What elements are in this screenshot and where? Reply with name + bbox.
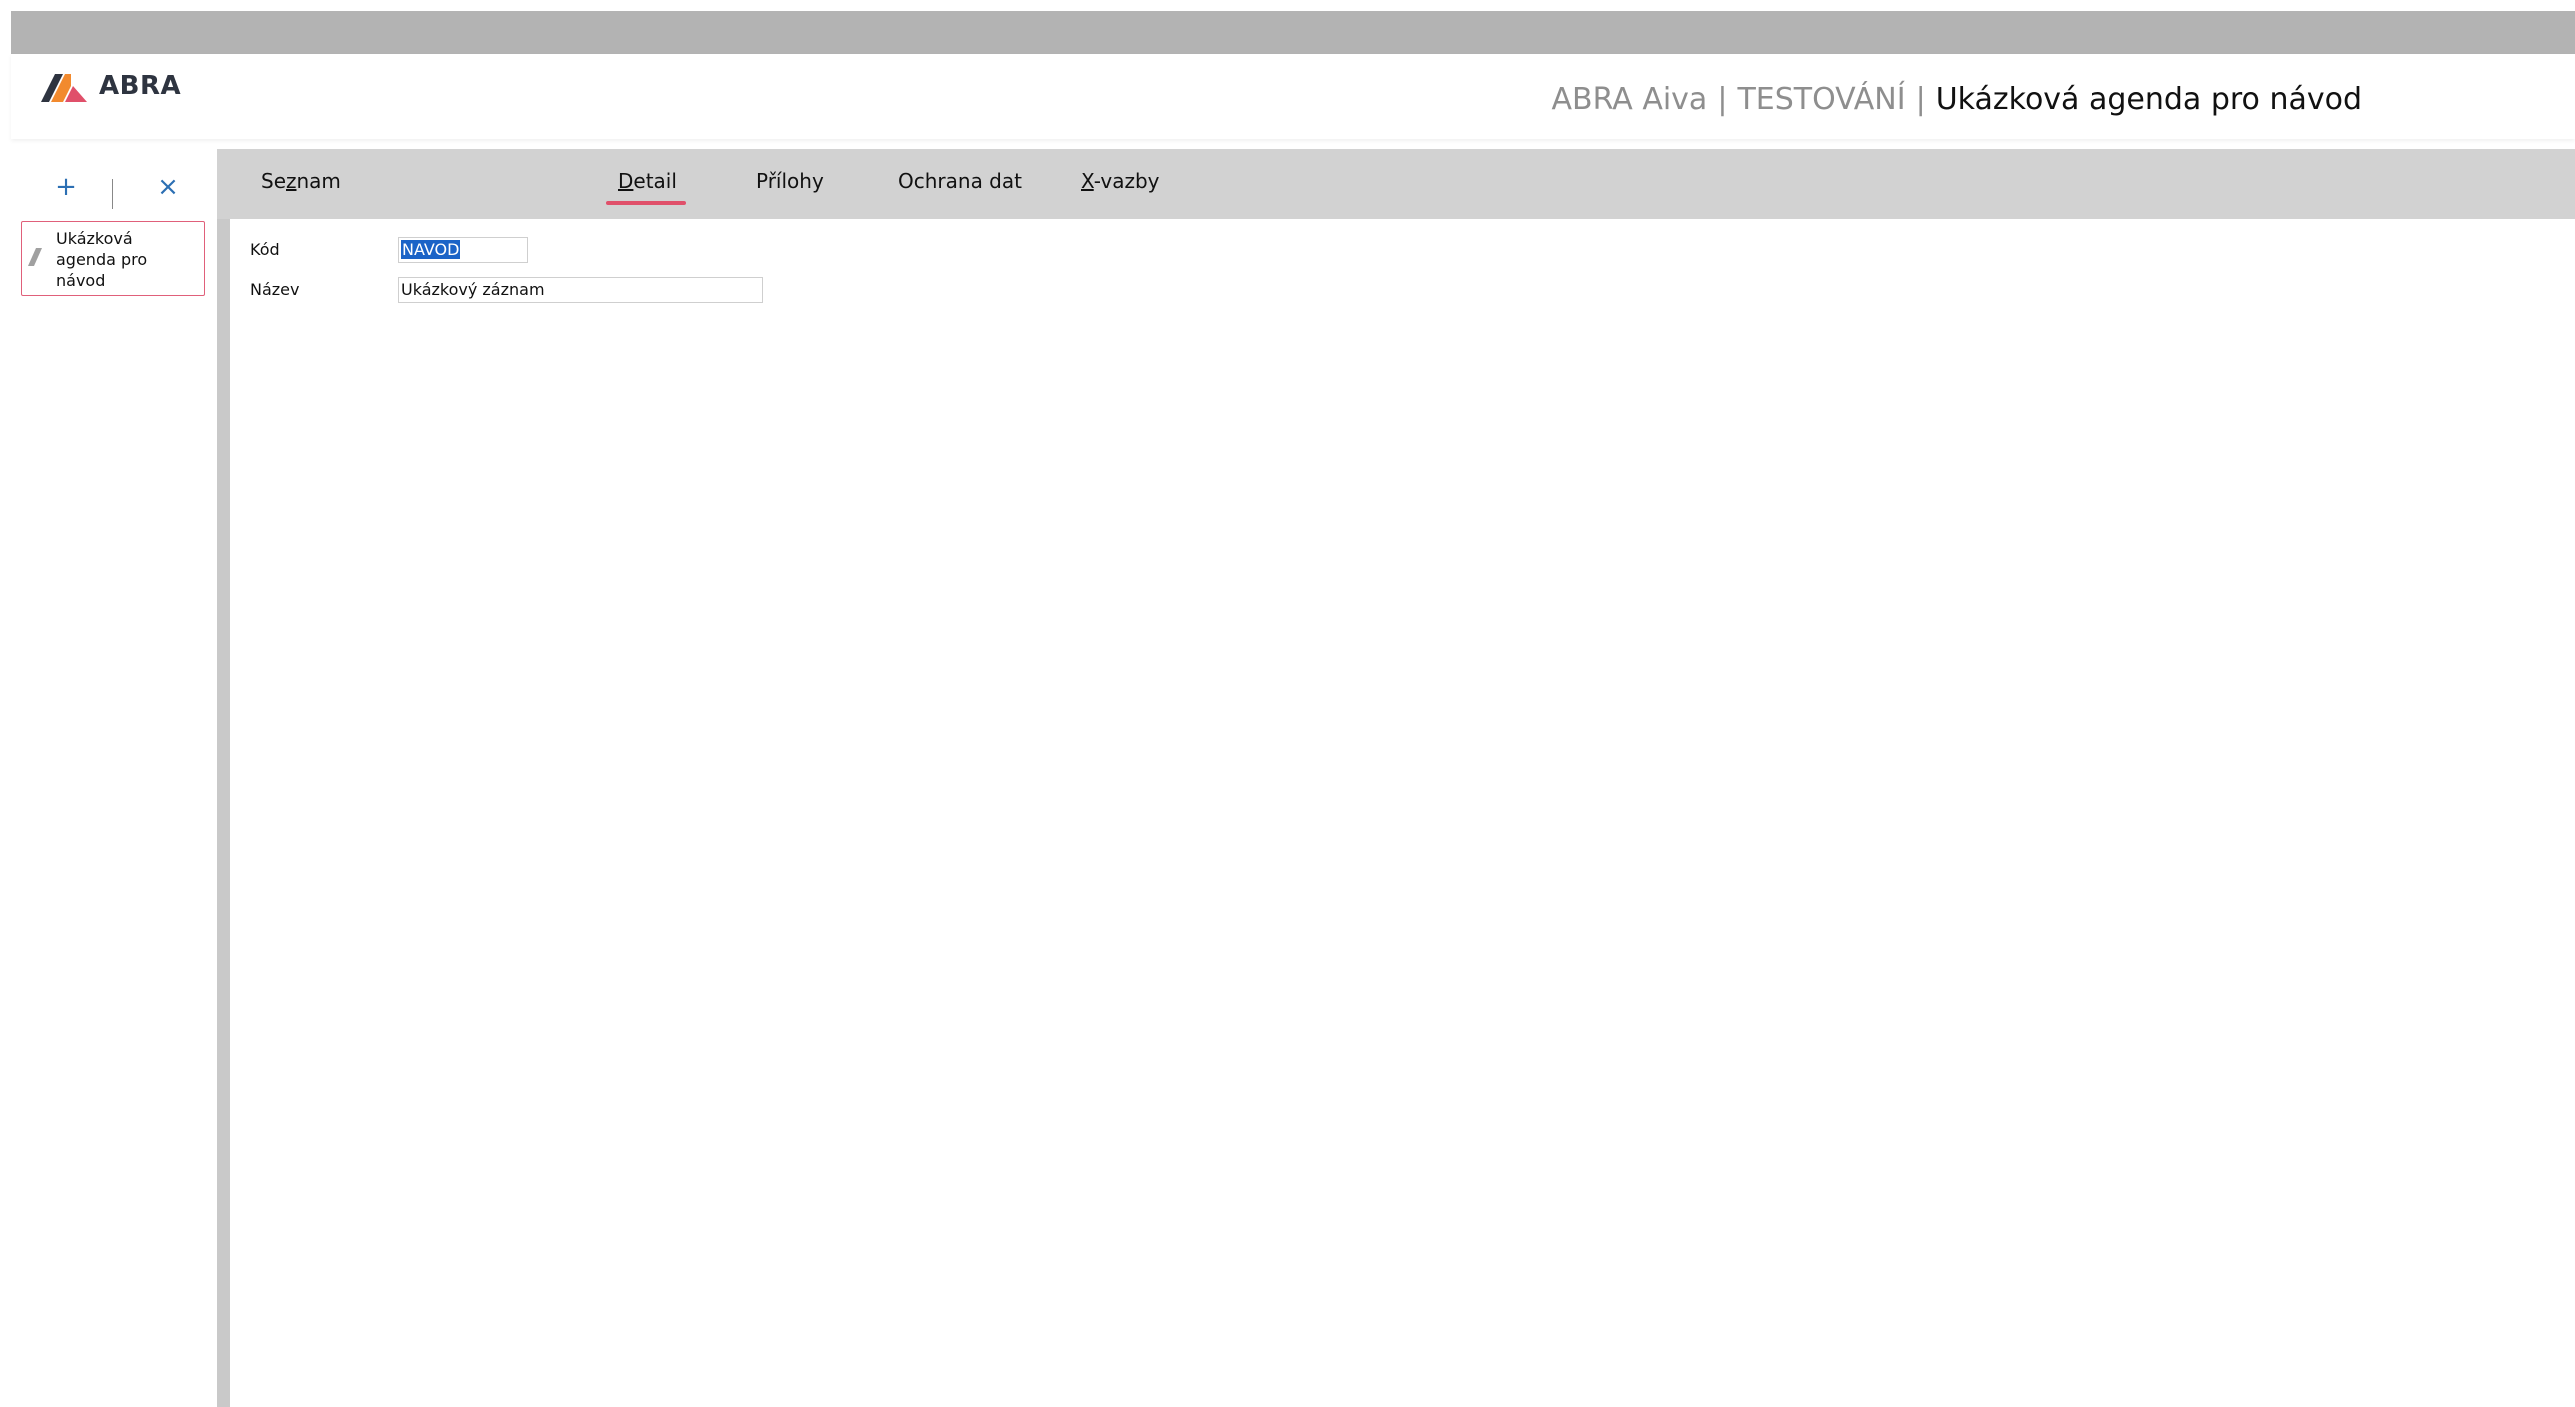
kod-value: NAVOD [401, 240, 461, 259]
nazev-value: Ukázkový záznam [401, 280, 545, 299]
title-app: ABRA Aiva [1551, 82, 1708, 117]
tab-accelerator: z [286, 169, 297, 193]
title-separator: | [1915, 82, 1926, 117]
app-header: ABRA ABRA Aiva | TESTOVÁNÍ | Ukázková agenda… [11, 54, 2575, 139]
panel-splitter[interactable] [217, 149, 230, 1407]
tab-label: Se [261, 169, 286, 193]
title-agenda: Ukázková agenda pro návod [1935, 82, 2362, 117]
nazev-label: Název [250, 280, 300, 299]
title-separator: | [1717, 82, 1728, 117]
agenda-panel: + × Ukázková agenda pro návod [11, 149, 217, 1407]
active-tab-indicator [606, 201, 686, 205]
tab-detail[interactable]: Detail [618, 169, 677, 213]
tab-label: etail [633, 169, 677, 193]
abra-logo-icon [41, 74, 87, 102]
app-window: ABRA ABRA Aiva | TESTOVÁNÍ | Ukázková agenda… [11, 11, 2575, 1407]
tab-x-vazby[interactable]: X-vazby [1081, 169, 1160, 213]
kod-field[interactable]: NAVOD [398, 237, 528, 263]
actions-divider [112, 179, 113, 209]
top-strip [11, 11, 2575, 54]
tab-ochrana-dat[interactable]: Ochrana dat [898, 169, 1022, 213]
page-title: ABRA Aiva | TESTOVÁNÍ | Ukázková agenda pro … [1552, 82, 2362, 117]
tab-bar: Seznam Detail Přílohy Ochrana dat X-vazb… [217, 149, 2575, 219]
tab-accelerator: D [618, 169, 634, 193]
tab-accelerator: X [1081, 169, 1094, 193]
title-environment: TESTOVÁNÍ [1737, 82, 1906, 117]
tab-label: -vazby [1093, 169, 1160, 193]
logo-text: ABRA [99, 71, 182, 101]
nazev-field[interactable]: Ukázkový záznam [398, 277, 763, 303]
tab-label: nam [296, 169, 341, 193]
agenda-icon [28, 248, 42, 266]
tab-prilohy[interactable]: Přílohy [756, 169, 824, 213]
abra-logo[interactable]: ABRA [41, 68, 181, 104]
agenda-item-ukazkova[interactable]: Ukázková agenda pro návod [21, 221, 205, 296]
tab-seznam[interactable]: Seznam [261, 169, 341, 213]
main-content: Seznam Detail Přílohy Ochrana dat X-vazb… [217, 149, 2575, 1407]
add-agenda-button[interactable]: + [46, 169, 86, 205]
panel-actions: + × [11, 169, 217, 209]
agenda-item-label: Ukázková agenda pro návod [56, 229, 148, 290]
kod-label: Kód [250, 240, 280, 259]
tab-label: Ochrana dat [898, 169, 1022, 193]
close-agenda-button[interactable]: × [148, 169, 188, 205]
tab-label: Přílohy [756, 169, 824, 193]
